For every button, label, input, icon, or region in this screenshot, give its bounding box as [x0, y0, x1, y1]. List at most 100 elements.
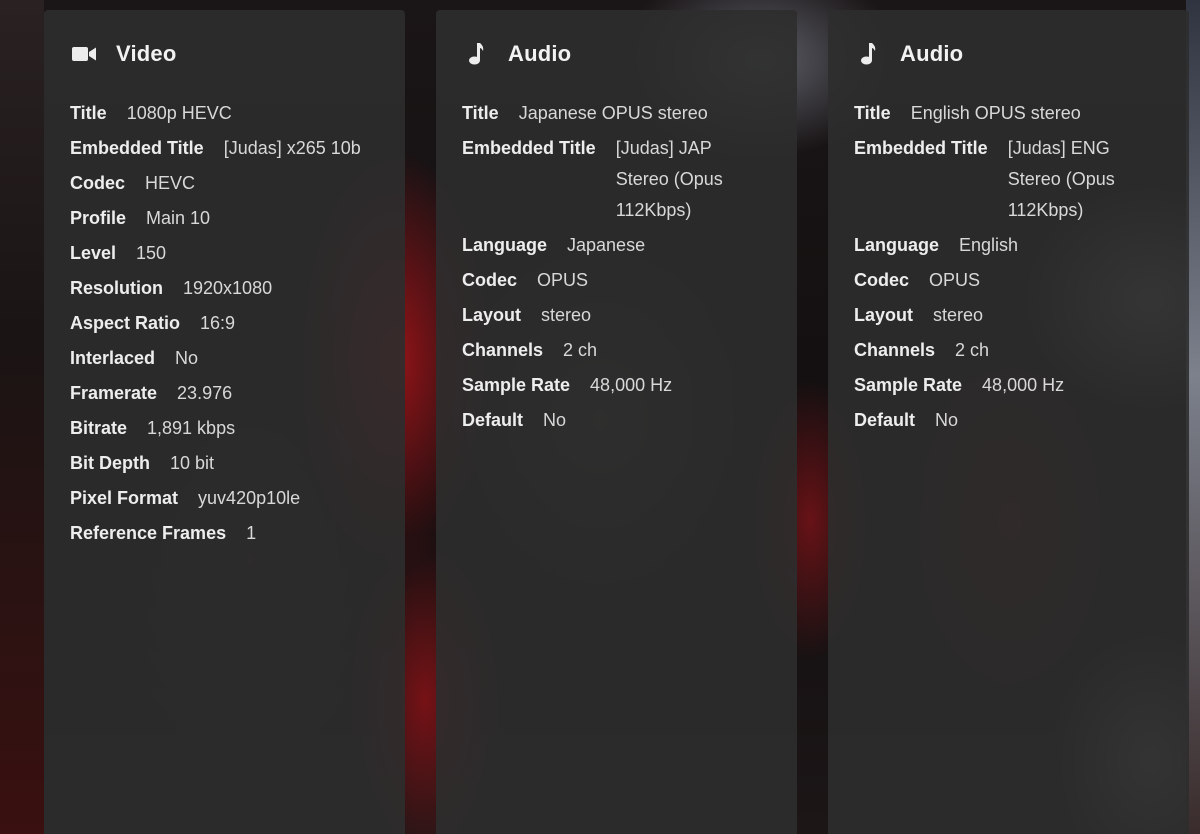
music-note-icon: [854, 40, 882, 68]
card-title: Audio: [508, 41, 572, 66]
field-label: Codec: [70, 173, 126, 193]
field-row-title: Title 1080p HEVC: [70, 98, 379, 129]
card-header: Audio: [462, 40, 771, 68]
field-row-embedded-title: Embedded Title [Judas] x265 10b: [70, 133, 379, 164]
field-row-bit-depth: Bit Depth 10 bit: [70, 448, 379, 479]
field-value: 2 ch: [955, 340, 990, 360]
field-row-embedded-title: Embedded Title [Judas] JAP Stereo (Opus …: [462, 133, 771, 226]
field-value: [Judas] x265 10b: [223, 138, 361, 158]
field-row-codec: Codec HEVC: [70, 168, 379, 199]
field-value: 1,891 kbps: [147, 418, 236, 438]
field-row-language: Language English: [854, 230, 1163, 261]
field-label: Embedded Title: [462, 138, 596, 158]
field-row-bitrate: Bitrate 1,891 kbps: [70, 413, 379, 444]
field-value: [Judas] ENG Stereo (Opus 112Kbps): [1007, 138, 1115, 220]
field-label: Pixel Format: [70, 488, 179, 508]
field-row-language: Language Japanese: [462, 230, 771, 261]
field-label: Bit Depth: [70, 453, 150, 473]
field-label: Title: [462, 103, 499, 123]
field-value: English: [959, 235, 1019, 255]
field-value: 1920x1080: [183, 278, 273, 298]
field-row-level: Level 150: [70, 238, 379, 269]
field-value: No: [543, 410, 567, 430]
field-row-default: Default No: [462, 405, 771, 436]
field-value: OPUS: [929, 270, 981, 290]
field-row-sample-rate: Sample Rate 48,000 Hz: [854, 370, 1163, 401]
field-value: 48,000 Hz: [982, 375, 1065, 395]
field-value: Japanese OPUS stereo: [518, 103, 708, 123]
field-label: Embedded Title: [70, 138, 204, 158]
field-value: stereo: [933, 305, 984, 325]
field-row-resolution: Resolution 1920x1080: [70, 273, 379, 304]
field-row-title: Title Japanese OPUS stereo: [462, 98, 771, 129]
field-row-pixel-format: Pixel Format yuv420p10le: [70, 483, 379, 514]
field-label: Default: [854, 410, 916, 430]
field-label: Channels: [462, 340, 544, 360]
field-label: Layout: [854, 305, 914, 325]
video-stream-card: Video Title 1080p HEVC Embedded Title [J…: [44, 10, 405, 834]
card-title: Audio: [900, 41, 964, 66]
card-title: Video: [116, 41, 177, 66]
field-label: Channels: [854, 340, 936, 360]
field-label: Layout: [462, 305, 522, 325]
field-row-interlaced: Interlaced No: [70, 343, 379, 374]
field-value: 48,000 Hz: [590, 375, 673, 395]
field-value: [Judas] JAP Stereo (Opus 112Kbps): [615, 138, 723, 220]
field-label: Profile: [70, 208, 127, 228]
field-label: Title: [70, 103, 107, 123]
field-value: stereo: [541, 305, 592, 325]
field-label: Bitrate: [70, 418, 128, 438]
field-row-channels: Channels 2 ch: [854, 335, 1163, 366]
video-camera-icon: [70, 40, 98, 68]
field-row-profile: Profile Main 10: [70, 203, 379, 234]
field-row-embedded-title: Embedded Title [Judas] ENG Stereo (Opus …: [854, 133, 1163, 226]
field-row-reference-frames: Reference Frames 1: [70, 518, 379, 549]
audio-stream-card-japanese: Audio Title Japanese OPUS stereo Embedde…: [436, 10, 797, 834]
field-row-codec: Codec OPUS: [462, 265, 771, 296]
field-value: English OPUS stereo: [910, 103, 1081, 123]
field-row-framerate: Framerate 23.976: [70, 378, 379, 409]
field-label: Codec: [462, 270, 518, 290]
field-value: 2 ch: [563, 340, 598, 360]
field-label: Resolution: [70, 278, 163, 298]
field-row-aspect-ratio: Aspect Ratio 16:9: [70, 308, 379, 339]
field-row-title: Title English OPUS stereo: [854, 98, 1163, 129]
card-header: Video: [70, 40, 379, 68]
field-label: Default: [462, 410, 524, 430]
card-header: Audio: [854, 40, 1163, 68]
field-label: Title: [854, 103, 891, 123]
field-label: Sample Rate: [462, 375, 571, 395]
field-value: 1080p HEVC: [126, 103, 232, 123]
field-value: No: [175, 348, 199, 368]
field-value: No: [935, 410, 959, 430]
field-row-sample-rate: Sample Rate 48,000 Hz: [462, 370, 771, 401]
field-value: Japanese: [567, 235, 646, 255]
field-value: Main 10: [146, 208, 211, 228]
field-label: Embedded Title: [854, 138, 988, 158]
field-label: Sample Rate: [854, 375, 963, 395]
field-value: 16:9: [200, 313, 236, 333]
field-value: 1: [246, 523, 257, 543]
field-label: Framerate: [70, 383, 158, 403]
field-label: Language: [462, 235, 548, 255]
field-label: Language: [854, 235, 940, 255]
field-label: Codec: [854, 270, 910, 290]
field-row-channels: Channels 2 ch: [462, 335, 771, 366]
field-row-codec: Codec OPUS: [854, 265, 1163, 296]
field-value: 10 bit: [170, 453, 215, 473]
field-value: HEVC: [145, 173, 196, 193]
field-row-layout: Layout stereo: [462, 300, 771, 331]
field-label: Aspect Ratio: [70, 313, 181, 333]
field-label: Reference Frames: [70, 523, 227, 543]
audio-stream-card-english: Audio Title English OPUS stereo Embedded…: [828, 10, 1189, 834]
music-note-icon: [462, 40, 490, 68]
field-value: yuv420p10le: [198, 488, 301, 508]
media-info-cards: Video Title 1080p HEVC Embedded Title [J…: [0, 0, 1200, 834]
field-label: Interlaced: [70, 348, 156, 368]
field-label: Level: [70, 243, 117, 263]
field-row-layout: Layout stereo: [854, 300, 1163, 331]
field-value: 23.976: [177, 383, 233, 403]
field-value: 150: [136, 243, 167, 263]
field-row-default: Default No: [854, 405, 1163, 436]
field-value: OPUS: [537, 270, 589, 290]
